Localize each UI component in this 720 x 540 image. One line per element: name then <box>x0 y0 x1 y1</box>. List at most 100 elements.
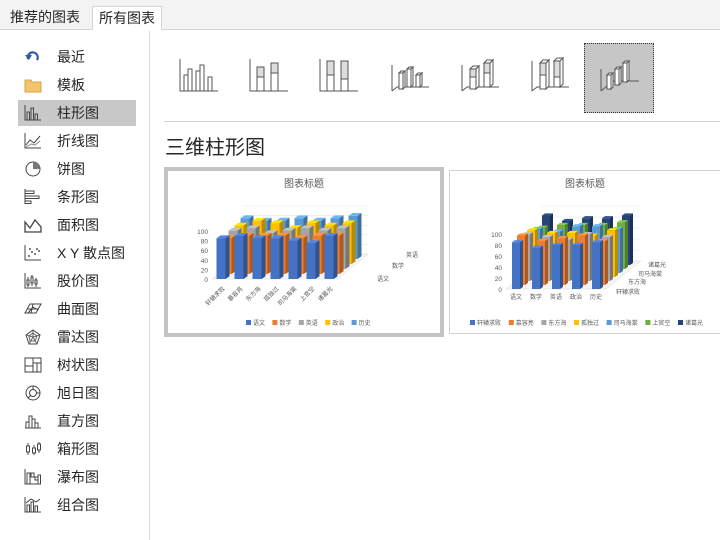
x-tick-label: 历史 <box>590 293 602 301</box>
bar <box>532 245 543 289</box>
subtype-3d-clustered-column[interactable] <box>374 43 444 113</box>
y-tick-label: 100 <box>491 232 502 239</box>
sidebar-item-radar[interactable]: 雷达图 <box>18 324 136 350</box>
tab-recommended-charts[interactable]: 推荐的图表 <box>4 6 86 30</box>
bar-side <box>545 238 548 285</box>
bar-side <box>357 213 362 259</box>
x-tick-label: 英语 <box>550 293 562 301</box>
sidebar-item-treemap[interactable]: 树状图 <box>18 352 136 378</box>
legend-label: 数学 <box>279 319 291 327</box>
bar <box>252 235 266 279</box>
bar <box>552 242 563 289</box>
sidebar-item-label: 股价图 <box>57 273 99 289</box>
legend-label: 语文 <box>253 319 265 327</box>
sidebar-item-label: 饼图 <box>57 161 85 177</box>
x-tick-label: 司马海棠 <box>276 285 299 308</box>
bar-front <box>532 247 540 289</box>
surface-chart-icon <box>23 300 43 318</box>
sidebar-item-bar[interactable]: 条形图 <box>18 184 136 210</box>
subtype-clustered-column[interactable] <box>164 43 234 113</box>
legend-swatch <box>298 320 304 325</box>
x-tick-label: 数学 <box>530 293 542 301</box>
x-tick-label: 孤独过 <box>262 285 280 303</box>
y-tick-label: 40 <box>201 258 209 265</box>
gallery-divider <box>164 121 720 122</box>
y-tick-label: 80 <box>495 243 503 250</box>
sidebar-item-sunburst[interactable]: 旭日图 <box>18 380 136 406</box>
sidebar-item-recent[interactable]: 最近 <box>18 44 136 70</box>
subtype-3d-column[interactable] <box>584 43 654 113</box>
legend-label: 东方海 <box>548 319 566 327</box>
x-tick-label: 诸葛光 <box>316 285 334 303</box>
scatter-chart-icon <box>23 244 43 262</box>
sidebar-item-box-whisker[interactable]: 箱形图 <box>18 436 136 462</box>
y-tick-label: 40 <box>495 265 503 272</box>
sidebar-item-combo[interactable]: 组合图 <box>18 492 136 518</box>
bar <box>306 240 320 279</box>
radar-chart-icon <box>23 328 43 346</box>
sidebar-item-label: 最近 <box>57 49 85 65</box>
x-tick-label: 东方海 <box>244 285 262 303</box>
bar <box>270 235 284 279</box>
sidebar-item-label: 雷达图 <box>57 329 99 345</box>
bar-side <box>540 245 543 289</box>
sidebar-item-label: 直方图 <box>57 413 99 429</box>
bar-side <box>315 240 320 279</box>
sidebar-item-label: 旭日图 <box>57 385 99 401</box>
3d-stacked-column-icon <box>457 57 501 100</box>
subtype-100-stacked-column[interactable] <box>304 43 374 113</box>
legend-swatch <box>470 320 475 325</box>
sidebar-item-waterfall[interactable]: 瀑布图 <box>18 464 136 490</box>
depth-axis-label: 语文 <box>377 275 389 283</box>
bar-front <box>216 238 226 279</box>
bar-side <box>345 225 350 269</box>
legend-label: 历史 <box>359 319 371 327</box>
sidebar-item-histogram[interactable]: 直方图 <box>18 408 136 434</box>
depth-axis-label: 诸葛光 <box>648 261 666 269</box>
legend-label: 政治 <box>332 319 344 327</box>
legend-label: 慕容亮 <box>516 319 534 327</box>
legend-swatch <box>574 320 579 325</box>
sidebar-item-area[interactable]: 面积图 <box>18 212 136 238</box>
bar-side <box>610 234 613 281</box>
subtype-3d-100-stacked-column[interactable] <box>514 43 584 113</box>
bar-side <box>525 233 528 285</box>
depth-axis-label: 数学 <box>392 262 404 270</box>
y-tick-label: 20 <box>495 276 503 283</box>
depth-axis-label: 轩辕求败 <box>616 288 640 296</box>
y-tick-label: 100 <box>197 229 208 236</box>
x-tick-label: 慕容亮 <box>226 285 244 303</box>
sidebar-item-scatter[interactable]: X Y 散点图 <box>18 240 136 266</box>
histogram-chart-icon <box>23 412 43 430</box>
treemap-chart-icon <box>23 356 43 374</box>
chart-title: 图表标题 <box>565 177 605 190</box>
bar-front <box>252 238 262 279</box>
y-tick-label: 80 <box>201 239 209 246</box>
sidebar-item-line[interactable]: 折线图 <box>18 128 136 154</box>
y-tick-label: 60 <box>201 248 209 255</box>
chart-preview-1[interactable]: 图表标题 0 20 40 60 80 100 轩辕求败 慕容亮 东方海 孤独过 司马海棠 上官空 诸葛光语… <box>164 167 444 337</box>
sidebar-item-label: 瀑布图 <box>57 469 99 485</box>
subtype-stacked-column[interactable] <box>234 43 304 113</box>
subtype-3d-stacked-column[interactable] <box>444 43 514 113</box>
bar-front <box>572 245 580 289</box>
bar-side <box>630 213 633 265</box>
chart-preview-2[interactable]: 图表标题 0 20 40 60 80 100 语文 数学 英语 政治 历史 诸葛光 司马海棠 东方海 轩辕求败… <box>449 170 720 334</box>
y-tick-label: 0 <box>498 287 502 294</box>
sidebar-item-column[interactable]: 柱形图 <box>18 100 136 126</box>
sidebar-item-label: 柱形图 <box>57 105 99 121</box>
sidebar-item-label: 条形图 <box>57 189 99 205</box>
bar-front <box>552 245 560 289</box>
bar <box>288 237 302 279</box>
folder-icon <box>23 76 43 94</box>
sidebar-item-surface[interactable]: 曲面图 <box>18 296 136 322</box>
sidebar-item-pie[interactable]: 饼图 <box>18 156 136 182</box>
bar <box>324 233 338 279</box>
bar <box>234 233 248 279</box>
sidebar-item-stock[interactable]: 股价图 <box>18 268 136 294</box>
line-chart-icon <box>23 132 43 150</box>
legend-swatch <box>678 320 683 325</box>
x-tick-label: 语文 <box>510 293 522 301</box>
sidebar-item-templates[interactable]: 模板 <box>18 72 136 98</box>
tab-all-charts[interactable]: 所有图表 <box>92 6 162 30</box>
